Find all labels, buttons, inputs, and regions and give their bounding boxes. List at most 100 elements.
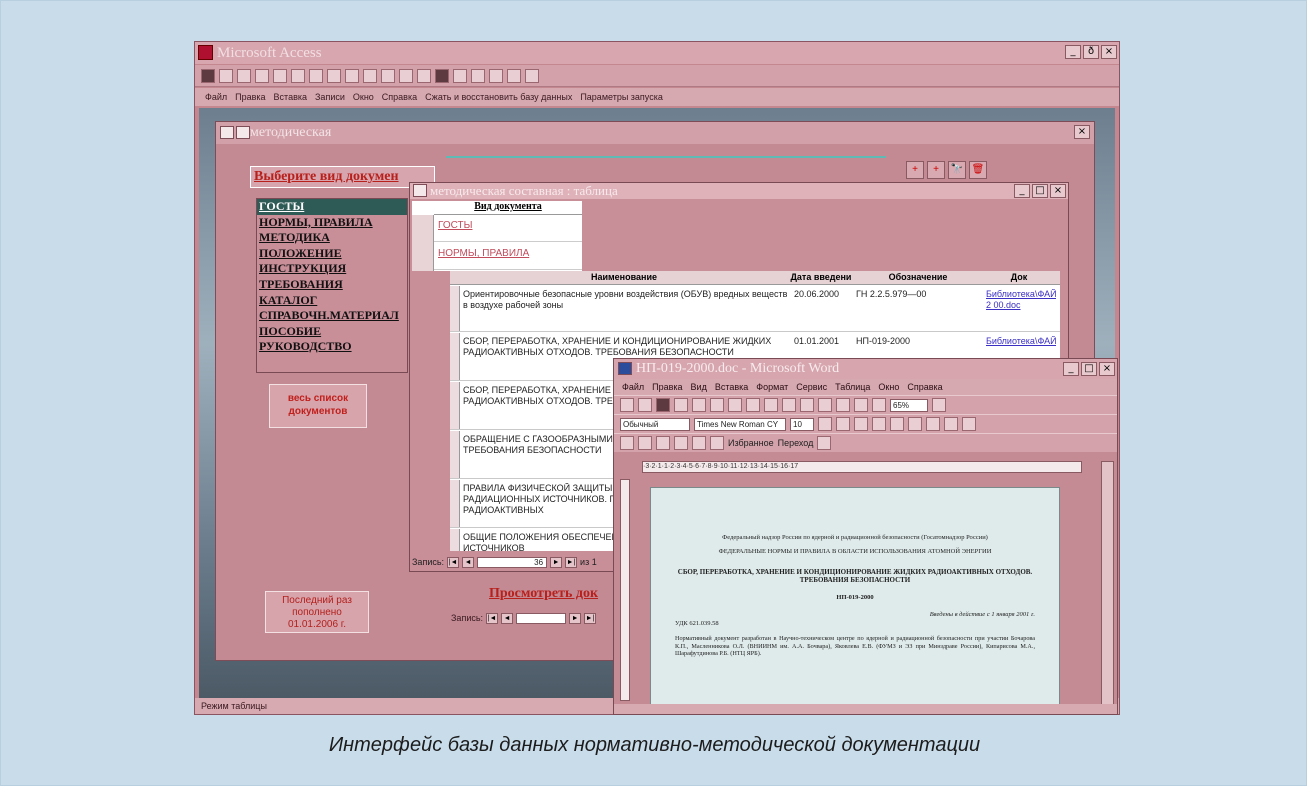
bullets-icon[interactable]	[944, 417, 958, 431]
next-record-button[interactable]: ►	[550, 556, 563, 568]
columns-icon[interactable]	[854, 398, 868, 412]
last-record-button[interactable]: ►|	[584, 612, 597, 624]
row-selector-column[interactable]	[412, 215, 434, 271]
database-window-icon[interactable]	[489, 68, 503, 83]
menu-table[interactable]: Таблица	[835, 379, 870, 395]
doc-type-item[interactable]: СПРАВОЧН.МАТЕРИАЛ	[257, 308, 407, 324]
row-selector[interactable]	[450, 286, 460, 331]
show-hide-icon[interactable]	[872, 398, 886, 412]
add-record-button[interactable]: +	[906, 161, 924, 179]
print-icon[interactable]	[219, 68, 233, 83]
spellcheck-icon[interactable]	[255, 68, 269, 83]
menu-format[interactable]: Формат	[756, 379, 788, 395]
copy-icon[interactable]	[291, 68, 305, 83]
doc-type-item[interactable]: ПОЛОЖЕНИЕ	[257, 246, 407, 262]
menu-file[interactable]: Файл	[205, 88, 227, 106]
first-record-button[interactable]: |◄	[447, 556, 460, 568]
minimize-button[interactable]: _	[1063, 362, 1079, 376]
menu-compact-repair[interactable]: Сжать и восстановить базу данных	[425, 88, 572, 106]
help-icon[interactable]	[525, 68, 539, 83]
form-close-button[interactable]: ×	[1074, 125, 1090, 139]
menu-help[interactable]: Справка	[907, 379, 942, 395]
forward-icon[interactable]	[638, 436, 652, 450]
minimize-button[interactable]: _	[1065, 45, 1081, 59]
close-button[interactable]: ×	[1099, 362, 1115, 376]
paste-icon[interactable]	[309, 68, 323, 83]
menu-help[interactable]: Справка	[382, 88, 417, 106]
undo-icon[interactable]	[782, 398, 796, 412]
sort-ascending-icon[interactable]	[363, 68, 377, 83]
doc-type-item[interactable]: ПОСОБИЕ	[257, 324, 407, 340]
row-selector[interactable]	[450, 382, 460, 429]
menu-records[interactable]: Записи	[315, 88, 345, 106]
doc-type-item[interactable]: ГОСТЫ	[257, 199, 407, 215]
search-web-icon[interactable]	[710, 436, 724, 450]
numbering-icon[interactable]	[926, 417, 940, 431]
hyperlink-icon[interactable]	[818, 398, 832, 412]
delete-button[interactable]: 🗑	[969, 161, 987, 179]
back-icon[interactable]	[620, 436, 634, 450]
last-record-button[interactable]: ►|	[565, 556, 578, 568]
maximize-button[interactable]: □	[1081, 362, 1097, 376]
save-icon[interactable]	[656, 398, 670, 412]
delete-record-icon[interactable]	[471, 68, 485, 83]
doc-type-item[interactable]: МЕТОДИКА	[257, 230, 407, 246]
minimize-button[interactable]: _	[1014, 184, 1030, 198]
font-size-select[interactable]: 10	[790, 417, 814, 431]
prev-record-button[interactable]: ◄	[501, 612, 514, 624]
refresh-icon[interactable]	[674, 436, 688, 450]
font-color-icon[interactable]	[962, 417, 976, 431]
prev-record-button[interactable]: ◄	[462, 556, 475, 568]
col-doc-header[interactable]: Док	[984, 272, 1054, 282]
cut-icon[interactable]	[728, 398, 742, 412]
all-list-button[interactable]: весь список документов	[269, 384, 367, 428]
align-right-icon[interactable]	[890, 417, 904, 431]
menu-window[interactable]: Окно	[353, 88, 374, 106]
col-code-header[interactable]: Обозначение	[854, 272, 982, 282]
doc-type-item[interactable]: ТРЕБОВАНИЯ	[257, 277, 407, 293]
menu-startup[interactable]: Параметры запуска	[580, 88, 663, 106]
form-record-number-field[interactable]	[516, 612, 567, 624]
row-selector[interactable]	[450, 431, 460, 478]
menu-view[interactable]: Вид	[691, 379, 707, 395]
cut-icon[interactable]	[273, 68, 287, 83]
spellcheck-icon[interactable]	[710, 398, 724, 412]
col-name-header[interactable]: Наименование	[460, 272, 788, 282]
print-icon[interactable]	[674, 398, 688, 412]
col-date-header[interactable]: Дата введени	[790, 272, 852, 282]
menu-insert[interactable]: Вставка	[274, 88, 307, 106]
save-icon[interactable]	[201, 68, 215, 83]
open-icon[interactable]	[638, 398, 652, 412]
filter-icon[interactable]	[399, 68, 413, 83]
doc-file-link[interactable]: Библиотека\ФАЙЛЫ\НП	[986, 336, 1056, 347]
new-object-icon[interactable]	[507, 68, 521, 83]
table-icon[interactable]	[836, 398, 850, 412]
show-web-toolbar-icon[interactable]	[817, 436, 832, 450]
home-icon[interactable]	[692, 436, 706, 450]
align-center-icon[interactable]	[872, 417, 886, 431]
doc-type-row[interactable]: ГОСТЫ	[434, 215, 582, 242]
font-select[interactable]: Times New Roman CY	[694, 417, 786, 431]
undo-icon[interactable]	[345, 68, 359, 83]
new-record-icon[interactable]	[453, 68, 467, 83]
justify-icon[interactable]	[908, 417, 922, 431]
menu-edit[interactable]: Правка	[652, 379, 682, 395]
close-button[interactable]: ×	[1050, 184, 1066, 198]
doc-file-link[interactable]: Библиотека\ФАЙЛЫ\ГН 2 00.doc	[986, 289, 1056, 311]
doc-type-item[interactable]: КАТАЛОГ	[257, 293, 407, 309]
bold-icon[interactable]	[818, 417, 832, 431]
apply-filter-icon[interactable]	[417, 68, 431, 83]
italic-icon[interactable]	[836, 417, 850, 431]
menu-edit[interactable]: Правка	[235, 88, 265, 106]
search-button[interactable]: 🔭	[948, 161, 966, 179]
document-page[interactable]: Федеральный надзор России по ядерной и р…	[650, 487, 1060, 714]
sort-descending-icon[interactable]	[381, 68, 395, 83]
doc-type-item[interactable]: РУКОВОДСТВО	[257, 339, 407, 355]
close-button[interactable]: ×	[1101, 45, 1117, 59]
help-icon[interactable]	[932, 398, 946, 412]
first-record-button[interactable]: |◄	[486, 612, 499, 624]
maximize-button[interactable]: □	[1032, 184, 1048, 198]
doc-type-item[interactable]: ИНСТРУКЦИЯ	[257, 261, 407, 277]
find-icon[interactable]	[435, 68, 449, 83]
format-painter-icon[interactable]	[327, 68, 341, 83]
